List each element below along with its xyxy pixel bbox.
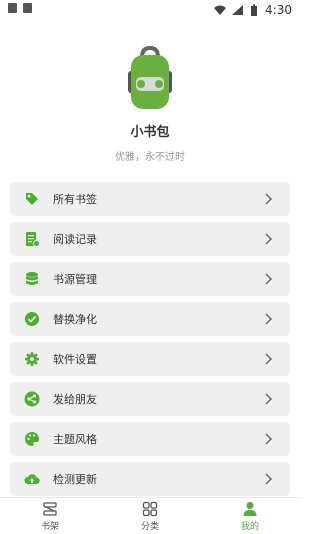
- backpack-logo[interactable]: [118, 45, 182, 111]
- chevron-right-icon: [265, 393, 273, 405]
- bookshelf-icon: [43, 501, 57, 516]
- tag-icon: [26, 193, 38, 205]
- menu-list: 所有书签 阅读记录 书源管理 替换净化 软件设置 发给朋友 主题风格 检测更新: [10, 182, 290, 502]
- nav-label: 分类: [140, 521, 159, 532]
- chevron-right-icon: [265, 193, 273, 205]
- chevron-right-icon: [265, 313, 273, 325]
- app-name: 小书包: [130, 125, 170, 140]
- gear-icon: [25, 352, 39, 366]
- signal-icon: [232, 5, 244, 15]
- chevron-right-icon: [265, 273, 273, 285]
- menu-item-share[interactable]: 发给朋友: [10, 382, 290, 416]
- bottom-nav: 书架 分类 我的: [0, 497, 300, 534]
- category-icon: [142, 501, 158, 516]
- notification-icon: [23, 3, 32, 13]
- battery-icon: [251, 4, 258, 16]
- menu-item-label: 书源管理: [53, 273, 97, 286]
- menu-item-settings[interactable]: 软件设置: [10, 342, 290, 376]
- nav-item-category[interactable]: 分类: [100, 498, 200, 534]
- check-circle-icon: [25, 312, 39, 326]
- menu-item-label: 发给朋友: [53, 393, 97, 406]
- chevron-right-icon: [265, 233, 273, 245]
- menu-item-label: 阅读记录: [53, 233, 97, 246]
- status-indicators: 4:30: [214, 3, 292, 17]
- wifi-icon: [214, 5, 227, 15]
- notification-icons: [8, 3, 32, 13]
- chevron-right-icon: [265, 353, 273, 365]
- status-bar: 4:30: [0, 0, 300, 22]
- nav-item-mine[interactable]: 我的: [200, 498, 300, 534]
- status-time: 4:30: [265, 3, 292, 17]
- cloud-upload-icon: [24, 474, 40, 484]
- menu-item-label: 所有书签: [53, 193, 97, 206]
- menu-item-label: 主题风格: [53, 433, 97, 446]
- menu-item-label: 检测更新: [53, 473, 97, 486]
- share-icon: [24, 391, 40, 407]
- person-icon: [243, 501, 257, 516]
- menu-item-reading-history[interactable]: 阅读记录: [10, 222, 290, 256]
- menu-item-label: 软件设置: [53, 353, 97, 366]
- history-icon: [26, 232, 40, 247]
- profile-section: 小书包 优雅，永不过时: [0, 45, 300, 163]
- nav-label: 书架: [40, 521, 59, 532]
- menu-item-bookmarks[interactable]: 所有书签: [10, 182, 290, 216]
- menu-item-source-management[interactable]: 书源管理: [10, 262, 290, 296]
- chevron-right-icon: [265, 433, 273, 445]
- chevron-right-icon: [265, 473, 273, 485]
- menu-item-replace-purify[interactable]: 替换净化: [10, 302, 290, 336]
- menu-item-check-update[interactable]: 检测更新: [10, 462, 290, 496]
- palette-icon: [25, 432, 39, 446]
- nav-item-bookshelf[interactable]: 书架: [0, 498, 100, 534]
- notification-icon: [8, 3, 17, 13]
- app-slogan: 优雅，永不过时: [115, 152, 185, 163]
- nav-label: 我的: [240, 521, 259, 532]
- menu-item-label: 替换净化: [53, 313, 97, 326]
- database-icon: [26, 272, 38, 285]
- menu-item-theme[interactable]: 主题风格: [10, 422, 290, 456]
